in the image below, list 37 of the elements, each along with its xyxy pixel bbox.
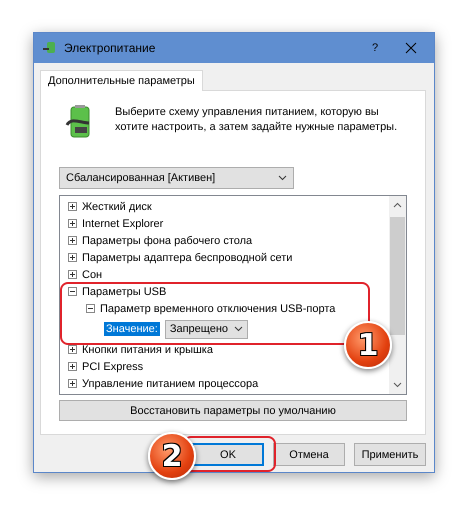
- tree-item-label[interactable]: Параметры USB: [82, 286, 166, 298]
- collapse-icon[interactable]: [68, 287, 77, 296]
- tree-item-label[interactable]: PCI Express: [82, 360, 144, 372]
- dialog-button[interactable]: OK: [192, 443, 264, 466]
- scroll-up-icon[interactable]: [393, 202, 402, 208]
- tab[interactable]: Дополнительные параметры: [40, 70, 203, 91]
- description-text: Выберите схему управления питанием, которую вы хотите настроить, а затем задайте нужные параметры.: [115, 105, 398, 135]
- dialog-button[interactable]: Отмена: [273, 443, 345, 466]
- tree-item-label[interactable]: Параметры фона рабочего стола: [82, 234, 252, 246]
- expand-icon[interactable]: [68, 253, 77, 262]
- expand-icon[interactable]: [68, 379, 77, 388]
- caret-icon: [234, 326, 244, 332]
- caret-icon: [278, 175, 287, 181]
- setting-dropdown[interactable]: Запрещено: [164, 320, 248, 338]
- expand-icon[interactable]: [68, 202, 77, 211]
- scroll-down-icon[interactable]: [393, 382, 402, 388]
- tree-item-label[interactable]: Internet Explorer: [82, 218, 164, 230]
- scheme-dropdown[interactable]: Сбалансированная [Активен]: [59, 167, 294, 189]
- collapse-icon[interactable]: [86, 304, 95, 313]
- tree-item-label[interactable]: Управление питанием процессора: [82, 378, 258, 390]
- restore-defaults-button[interactable]: Восстановить параметры по умолчанию: [59, 400, 407, 421]
- window-title: Электропитание: [64, 41, 156, 55]
- help-button[interactable]: ?: [360, 36, 390, 60]
- expand-icon[interactable]: [68, 270, 77, 279]
- tree-item-label[interactable]: Кнопки питания и крышка: [82, 344, 213, 356]
- expand-icon[interactable]: [68, 219, 77, 228]
- tree-item-label[interactable]: Параметры адаптера беспроводной сети: [82, 252, 292, 264]
- expand-icon[interactable]: [68, 236, 77, 245]
- setting-label: Значение:: [104, 322, 160, 336]
- dialog-button[interactable]: Применить: [354, 443, 426, 466]
- tree-item-label[interactable]: Параметр временного отключения USB-порта: [100, 302, 336, 314]
- tree-item-label[interactable]: Жесткий диск: [82, 200, 152, 212]
- close-icon: [405, 42, 417, 54]
- scrollbar[interactable]: [389, 196, 406, 394]
- tree-item-label[interactable]: Сон: [82, 268, 102, 280]
- expand-icon[interactable]: [68, 345, 77, 354]
- expand-icon[interactable]: [68, 362, 77, 371]
